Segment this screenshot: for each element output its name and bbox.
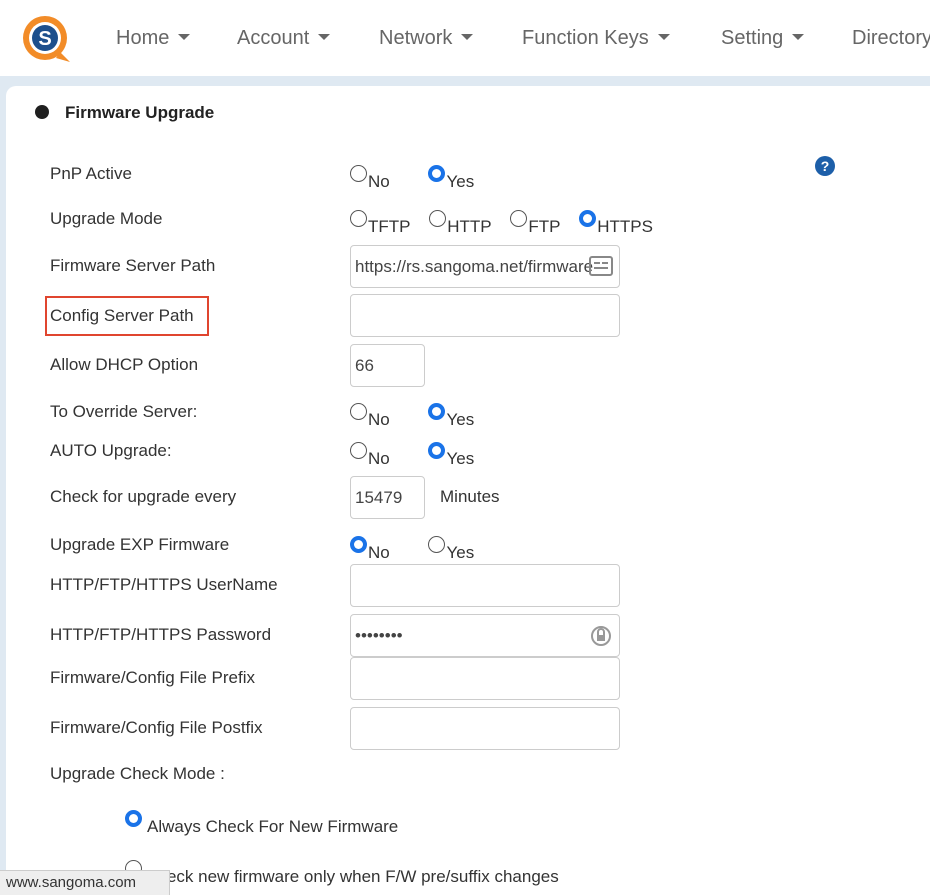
section-bullet-icon <box>35 105 49 119</box>
radio-circle-icon <box>428 403 446 420</box>
nav-setting[interactable]: Setting <box>721 26 805 50</box>
override-server-radio-no[interactable]: No <box>350 403 390 430</box>
chevron-down-icon <box>318 33 331 40</box>
file-postfix-input[interactable] <box>350 707 620 750</box>
upgrade-exp-label: Upgrade EXP Firmware <box>50 535 230 554</box>
chevron-down-icon <box>657 33 670 40</box>
radio-circle-icon <box>350 442 367 459</box>
radio-label: No <box>368 449 390 468</box>
chevron-down-icon <box>178 33 191 40</box>
nav-network-label: Network <box>379 27 453 49</box>
nav-function-keys-label: Function Keys <box>522 27 649 49</box>
autofill-card-icon[interactable] <box>589 256 613 276</box>
radio-label: No <box>368 172 390 191</box>
nav-home-label: Home <box>116 27 170 49</box>
radio-circle-icon <box>510 210 528 227</box>
radio-label: check new firmware only when F/W pre/suf… <box>149 867 559 886</box>
sangoma-logo-icon[interactable]: S <box>20 14 72 64</box>
auto-upgrade-radio-yes[interactable]: Yes <box>428 442 475 469</box>
chevron-down-icon <box>461 33 474 40</box>
check-every-label: Check for upgrade every <box>50 487 237 506</box>
upgrade-mode-radio-ftp[interactable]: FTP <box>510 210 561 237</box>
upgrade-exp-radio-yes[interactable]: Yes <box>428 536 475 563</box>
upgrade-mode-radios: TFTP HTTP FTP HTTPS <box>350 210 667 237</box>
pnp-active-label: PnP Active <box>50 164 132 183</box>
config-server-path-input[interactable] <box>350 294 620 337</box>
override-server-label: To Override Server: <box>50 402 198 421</box>
radio-circle-icon <box>579 210 597 227</box>
status-bar: www.sangoma.com <box>0 870 170 895</box>
upgrade-mode-radio-https[interactable]: HTTPS <box>579 210 653 237</box>
password-label: HTTP/FTP/HTTPS Password <box>50 625 272 644</box>
radio-circle-icon <box>125 810 142 827</box>
nav-account[interactable]: Account <box>237 26 331 50</box>
username-label: HTTP/FTP/HTTPS UserName <box>50 575 278 594</box>
override-server-radios: No Yes <box>350 403 488 430</box>
nav-directory[interactable]: Directory <box>852 26 930 50</box>
auto-upgrade-label: AUTO Upgrade: <box>50 441 172 460</box>
radio-circle-icon <box>350 403 367 420</box>
allow-dhcp-option-label: Allow DHCP Option <box>50 355 199 374</box>
override-server-radio-yes[interactable]: Yes <box>428 403 475 430</box>
radio-circle-icon <box>429 210 447 227</box>
svg-text:S: S <box>38 28 51 50</box>
upgrade-mode-radio-tftp[interactable]: TFTP <box>350 210 411 237</box>
password-key-icon[interactable] <box>590 624 612 648</box>
radio-label: No <box>368 543 390 562</box>
config-server-path-label: Config Server Path <box>50 306 194 325</box>
radio-label: HTTPS <box>597 217 653 236</box>
auto-upgrade-radios: No Yes <box>350 442 488 469</box>
nav-home[interactable]: Home <box>116 26 191 50</box>
radio-circle-icon <box>350 210 367 227</box>
radio-circle-icon <box>428 165 446 182</box>
pnp-active-radios: No Yes <box>350 165 488 192</box>
radio-circle-icon <box>428 536 446 553</box>
radio-label: Yes <box>446 543 475 562</box>
allow-dhcp-option-input[interactable]: 66 <box>350 344 425 387</box>
check-every-input[interactable]: 15479 <box>350 476 425 519</box>
radio-label: TFTP <box>368 217 411 236</box>
upgrade-mode-radio-http[interactable]: HTTP <box>429 210 492 237</box>
check-mode-radio-suffix[interactable]: check new firmware only when F/W pre/suf… <box>125 860 573 887</box>
file-postfix-label: Firmware/Config File Postfix <box>50 718 263 737</box>
file-prefix-input[interactable] <box>350 657 620 700</box>
nav-setting-label: Setting <box>721 27 784 49</box>
nav-directory-label: Directory <box>852 27 930 49</box>
radio-circle-icon <box>428 442 446 459</box>
radio-label: Always Check For New Firmware <box>147 817 399 836</box>
radio-label: No <box>368 410 390 429</box>
upgrade-exp-radio-no[interactable]: No <box>350 536 390 563</box>
auto-upgrade-radio-no[interactable]: No <box>350 442 390 469</box>
top-nav-bar: S Home Account Network Function Keys Set… <box>0 0 930 76</box>
firmware-server-path-label: Firmware Server Path <box>50 256 216 275</box>
help-icon[interactable]: ? <box>815 156 835 176</box>
section-title: Firmware Upgrade <box>65 103 215 122</box>
upgrade-exp-radios: No Yes <box>350 536 488 563</box>
nav-function-keys[interactable]: Function Keys <box>522 26 670 50</box>
radio-label: Yes <box>446 172 475 191</box>
radio-circle-icon <box>350 165 367 182</box>
nav-account-label: Account <box>237 27 310 49</box>
upgrade-mode-label: Upgrade Mode <box>50 209 163 228</box>
check-mode-radio-always[interactable]: Always Check For New Firmware <box>125 810 412 837</box>
radio-label: Yes <box>446 449 475 468</box>
username-input[interactable] <box>350 564 620 607</box>
pnp-active-radio-yes[interactable]: Yes <box>428 165 475 192</box>
password-input[interactable]: •••••••• <box>350 614 620 657</box>
radio-label: HTTP <box>447 217 492 236</box>
file-prefix-label: Firmware/Config File Prefix <box>50 668 255 687</box>
check-mode-option-suffix[interactable]: check new firmware only when F/W pre/suf… <box>125 860 559 887</box>
firmware-server-path-input[interactable]: https://rs.sangoma.net/firmware <box>350 245 620 288</box>
chevron-down-icon <box>792 33 805 40</box>
nav-network[interactable]: Network <box>379 26 474 50</box>
check-every-units: Minutes <box>440 487 500 506</box>
radio-label: FTP <box>528 217 561 236</box>
check-mode-label: Upgrade Check Mode : <box>50 764 225 783</box>
radio-circle-icon <box>350 536 367 553</box>
pnp-active-radio-no[interactable]: No <box>350 165 390 192</box>
check-mode-option-always[interactable]: Always Check For New Firmware <box>125 810 399 837</box>
radio-label: Yes <box>446 410 475 429</box>
